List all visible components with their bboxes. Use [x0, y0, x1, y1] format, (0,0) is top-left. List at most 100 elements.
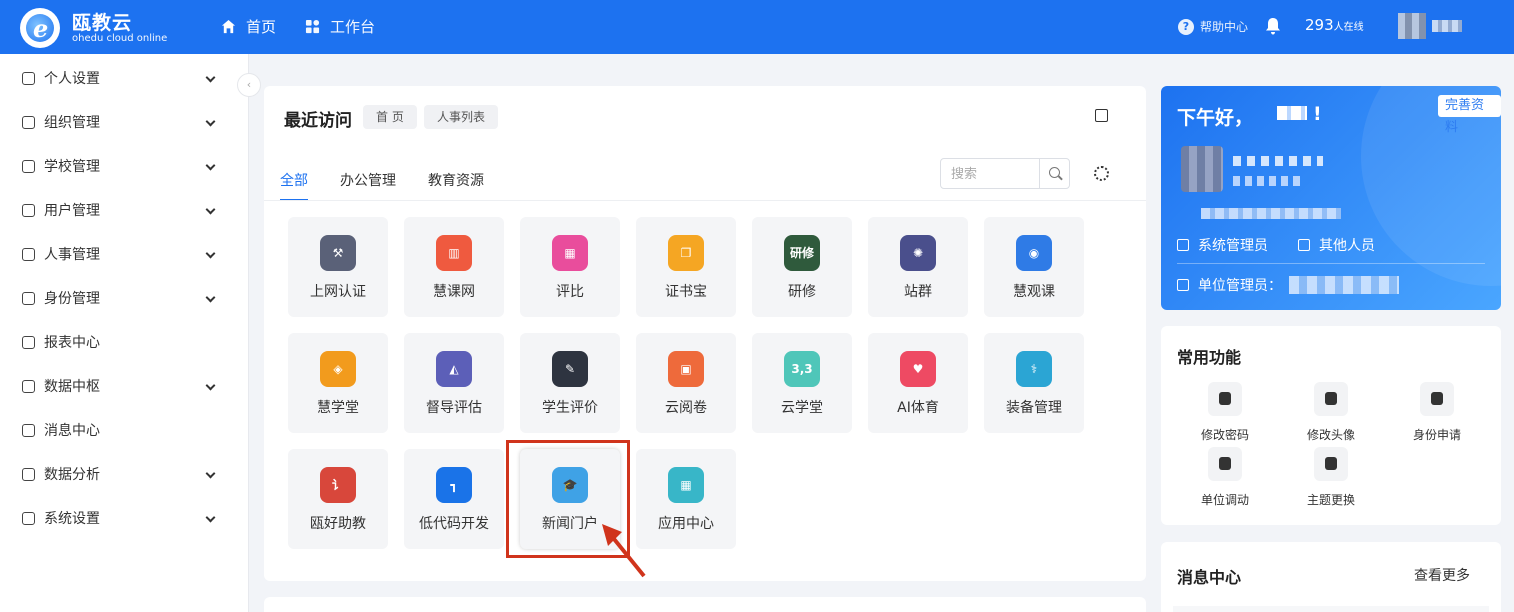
app-icon: ▥	[436, 235, 472, 271]
app-tile-13[interactable]: ⚕ 装备管理	[984, 333, 1084, 433]
sidebar-item-5[interactable]: 身份管理	[0, 276, 249, 320]
app-icon: ▦	[552, 235, 588, 271]
nav-workbench-label: 工作台	[330, 18, 376, 36]
complete-profile-button[interactable]: 完善资料	[1438, 95, 1501, 135]
app-icon: ▦	[668, 467, 704, 503]
app-tile-1[interactable]: ▥ 慧课网	[404, 217, 504, 317]
sidebar-item-9[interactable]: 数据分析	[0, 452, 249, 496]
app-tile-0[interactable]: ⚒ 上网认证	[288, 217, 388, 317]
app-tile-10[interactable]: ▣ 云阅卷	[636, 333, 736, 433]
chevron-down-icon	[205, 160, 216, 171]
bell-icon[interactable]	[1265, 17, 1281, 35]
tab-all[interactable]: 全部	[280, 170, 308, 201]
help-center-link[interactable]: ? 帮助中心	[1178, 18, 1248, 35]
app-label: 慧观课	[1013, 284, 1055, 300]
message-center-title: 消息中心	[1177, 568, 1242, 587]
greeting-prefix: 下午好，	[1177, 107, 1254, 129]
app-tile-12[interactable]: ♥ AI体育	[868, 333, 968, 433]
role-label: 系统管理员	[1198, 238, 1268, 254]
welcome-card: 下午好， ! 完善资料 系统管理员 其他人员 单位管理员：	[1161, 86, 1501, 310]
user-name-redacted[interactable]	[1432, 20, 1462, 32]
secondary-card	[264, 597, 1146, 612]
info-icon	[1420, 382, 1454, 416]
view-more-link[interactable]: 查看更多	[1414, 565, 1470, 585]
message-center-card: 消息中心 查看更多	[1161, 542, 1501, 612]
app-tile-15[interactable]: ┓ 低代码开发	[404, 449, 504, 549]
app-tile-6[interactable]: ◉ 慧观课	[984, 217, 1084, 317]
clear-recent-icon[interactable]	[1095, 109, 1108, 122]
grid-icon	[305, 19, 320, 34]
app-icon: ◉	[1016, 235, 1052, 271]
nav-workbench[interactable]: 工作台	[305, 16, 375, 37]
app-icon: ⚕	[1016, 351, 1052, 387]
sidebar-item-label: 学校管理	[44, 159, 100, 175]
sidebar-item-10[interactable]: 系统设置	[0, 496, 249, 540]
chevron-down-icon	[205, 468, 216, 479]
app-label: 证书宝	[665, 284, 707, 300]
sidebar-item-2[interactable]: 学校管理	[0, 144, 249, 188]
app-tile-5[interactable]: ✺ 站群	[868, 217, 968, 317]
app-label: 上网认证	[310, 284, 366, 300]
profile-info-redacted-2	[1233, 176, 1303, 186]
sidebar-item-label: 身份管理	[44, 291, 100, 307]
app-tile-8[interactable]: ◭ 督导评估	[404, 333, 504, 433]
profile-avatar	[1181, 146, 1223, 192]
app-tile-9[interactable]: ✎ 学生评价	[520, 333, 620, 433]
recent-visits-title: 最近访问	[284, 111, 352, 131]
id-card-icon	[22, 247, 35, 261]
sidebar-item-1[interactable]: 组织管理	[0, 100, 249, 144]
sidebar-item-label: 人事管理	[44, 247, 100, 263]
recent-chip-home[interactable]: 首 页	[363, 105, 417, 129]
chevron-down-icon	[205, 512, 216, 523]
function-label: 修改头像	[1306, 428, 1355, 442]
book-icon	[22, 159, 35, 173]
online-count: 293人在线	[1305, 16, 1364, 34]
sidebar-item-8[interactable]: 消息中心	[0, 408, 249, 452]
sidebar-collapse-button[interactable]: ‹	[237, 73, 261, 97]
line-chart-icon	[22, 467, 35, 481]
unit-admin-row: 单位管理员：	[1177, 275, 1282, 295]
settings-gear-icon[interactable]	[1094, 166, 1109, 181]
tab-office-management[interactable]: 办公管理	[340, 170, 396, 190]
chevron-down-icon	[205, 292, 216, 303]
sidebar-item-7[interactable]: 数据中枢	[0, 364, 249, 408]
app-label: 装备管理	[1006, 400, 1062, 416]
unit-admin-label: 单位管理员：	[1198, 278, 1282, 294]
app-tile-4[interactable]: 研修 研修	[752, 217, 852, 317]
message-row[interactable]	[1173, 606, 1489, 612]
function-shield[interactable]: 修改密码	[1185, 382, 1265, 443]
chevron-down-icon	[205, 116, 216, 127]
greeting-text: 下午好，	[1177, 103, 1253, 130]
tab-education-resources[interactable]: 教育资源	[428, 170, 484, 190]
brand-subtitle: ohedu cloud online	[72, 33, 168, 44]
sidebar-item-4[interactable]: 人事管理	[0, 232, 249, 276]
app-icon: ⚒	[320, 235, 356, 271]
function-transfer[interactable]: 单位调动	[1185, 447, 1265, 508]
recent-chip-personnel-list[interactable]: 人事列表	[424, 105, 499, 129]
search-icon[interactable]	[1039, 159, 1070, 188]
search-input[interactable]	[951, 165, 1031, 183]
function-smile[interactable]: 修改头像	[1291, 382, 1371, 443]
nav-home-label: 首页	[246, 18, 277, 36]
sidebar-item-6[interactable]: 报表中心	[0, 320, 249, 364]
function-brush[interactable]: 主题更换	[1291, 447, 1371, 508]
app-label: 慧学堂	[317, 400, 359, 416]
sidebar-item-label: 消息中心	[44, 423, 100, 439]
app-tile-3[interactable]: ❐ 证书宝	[636, 217, 736, 317]
annotation-arrow	[602, 524, 646, 578]
app-tile-14[interactable]: 讠瓯好助教	[288, 449, 388, 549]
sidebar-item-0[interactable]: 个人设置	[0, 56, 249, 100]
brand-logo[interactable]: e	[20, 8, 60, 48]
app-icon: ❐	[668, 235, 704, 271]
app-search	[940, 158, 1070, 189]
help-center-label: 帮助中心	[1200, 20, 1249, 34]
app-tile-11[interactable]: 3,3 云学堂	[752, 333, 852, 433]
app-tile-2[interactable]: ▦ 评比	[520, 217, 620, 317]
app-tile-7[interactable]: ◈ 慧学堂	[288, 333, 388, 433]
sidebar-item-3[interactable]: 用户管理	[0, 188, 249, 232]
nav-home[interactable]: 首页	[221, 16, 276, 37]
megaphone-icon	[22, 423, 35, 437]
user-avatar[interactable]	[1398, 13, 1426, 39]
function-label: 身份申请	[1412, 428, 1461, 442]
function-info[interactable]: 身份申请	[1397, 382, 1477, 443]
